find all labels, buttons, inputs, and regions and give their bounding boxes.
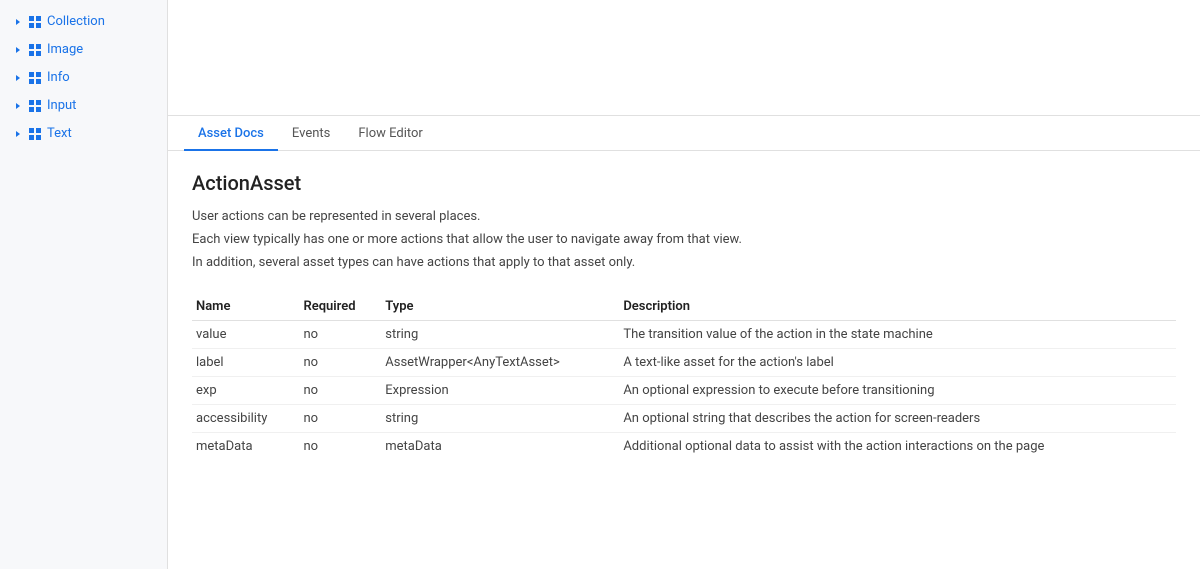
description-line-3: In addition, several asset types can hav…: [192, 253, 1176, 274]
grid-icon-input: [28, 99, 42, 113]
chevron-right-icon-image: [12, 44, 24, 56]
page-title: ActionAsset: [192, 171, 1176, 195]
cell-type: AssetWrapper<AnyTextAsset>: [385, 349, 623, 377]
cell-description: The transition value of the action in th…: [623, 321, 1176, 349]
tab-events[interactable]: Events: [278, 116, 344, 151]
cell-name: exp: [192, 377, 303, 405]
table-row: valuenostringThe transition value of the…: [192, 321, 1176, 349]
cell-required: no: [303, 377, 385, 405]
chevron-right-icon-text: [12, 128, 24, 140]
sidebar-item-label-info: Info: [47, 68, 70, 88]
grid-icon-collection: [28, 15, 42, 29]
grid-icon-image: [28, 43, 42, 57]
table-row: accessibilitynostringAn optional string …: [192, 405, 1176, 433]
main-area: Asset Docs Events Flow Editor ActionAsse…: [168, 0, 1200, 569]
table-row: labelnoAssetWrapper<AnyTextAsset>A text-…: [192, 349, 1176, 377]
col-header-name: Name: [192, 293, 303, 321]
cell-type: string: [385, 405, 623, 433]
tab-asset-docs[interactable]: Asset Docs: [184, 116, 278, 151]
cell-required: no: [303, 405, 385, 433]
sidebar-item-label-input: Input: [47, 96, 76, 116]
sidebar-item-label-text: Text: [47, 124, 72, 144]
sidebar: Collection Image Info: [0, 0, 168, 569]
cell-type: Expression: [385, 377, 623, 405]
cell-required: no: [303, 321, 385, 349]
table-row: metaDatanometaDataAdditional optional da…: [192, 433, 1176, 461]
grid-icon-info: [28, 71, 42, 85]
cell-description: An optional expression to execute before…: [623, 377, 1176, 405]
description-line-1: User actions can be represented in sever…: [192, 207, 1176, 228]
cell-type[interactable]: metaData: [385, 433, 623, 461]
col-header-type: Type: [385, 293, 623, 321]
sidebar-item-image[interactable]: Image: [0, 36, 167, 64]
cell-description: A text-like asset for the action's label: [623, 349, 1176, 377]
cell-name: metaData: [192, 433, 303, 461]
tab-flow-editor[interactable]: Flow Editor: [344, 116, 436, 151]
chevron-right-icon-input: [12, 100, 24, 112]
sidebar-item-label-image: Image: [47, 40, 83, 60]
sidebar-item-info[interactable]: Info: [0, 64, 167, 92]
col-header-description: Description: [623, 293, 1176, 321]
sidebar-item-collection[interactable]: Collection: [0, 8, 167, 36]
col-header-required: Required: [303, 293, 385, 321]
cell-required: no: [303, 433, 385, 461]
description-line-2: Each view typically has one or more acti…: [192, 230, 1176, 251]
cell-description: An optional string that describes the ac…: [623, 405, 1176, 433]
sidebar-item-label-collection: Collection: [47, 12, 105, 32]
cell-description: Additional optional data to assist with …: [623, 433, 1176, 461]
cell-name: accessibility: [192, 405, 303, 433]
table-row: expnoExpressionAn optional expression to…: [192, 377, 1176, 405]
tab-bar: Asset Docs Events Flow Editor: [168, 116, 1200, 151]
chevron-right-icon-info: [12, 72, 24, 84]
content-area: ActionAsset User actions can be represen…: [168, 151, 1200, 569]
cell-required: no: [303, 349, 385, 377]
sidebar-item-input[interactable]: Input: [0, 92, 167, 120]
cell-type: string: [385, 321, 623, 349]
chevron-right-icon: [12, 16, 24, 28]
properties-table: Name Required Type Description valuenost…: [192, 293, 1176, 460]
cell-name: label: [192, 349, 303, 377]
sidebar-item-text[interactable]: Text: [0, 120, 167, 148]
description-block: User actions can be represented in sever…: [192, 207, 1176, 273]
cell-name: value: [192, 321, 303, 349]
grid-icon-text: [28, 127, 42, 141]
preview-area: [168, 0, 1200, 116]
